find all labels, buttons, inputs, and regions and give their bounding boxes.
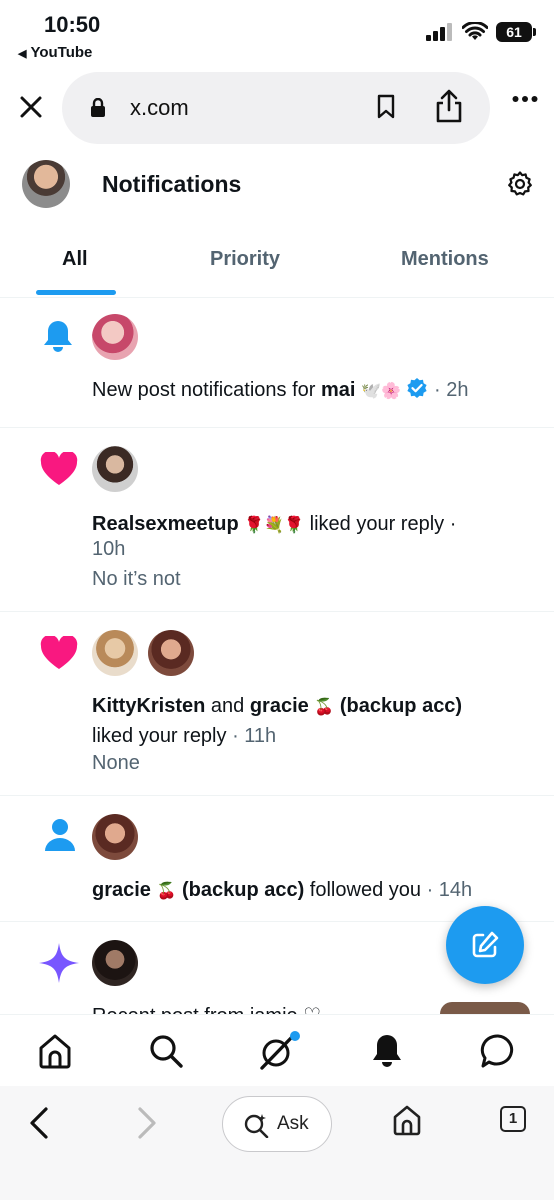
battery-indicator: 61 <box>496 22 536 42</box>
profile-avatar[interactable] <box>22 160 70 208</box>
close-icon[interactable] <box>14 90 48 124</box>
username[interactable]: gracie <box>250 695 309 717</box>
action-text: liked your reply · <box>304 513 457 535</box>
timestamp: · 14h <box>426 879 473 901</box>
notification-text: New post notifications for mai 🕊️🌸 · 2h <box>92 376 524 406</box>
tab-all[interactable]: All <box>62 248 88 271</box>
lock-icon <box>91 98 105 117</box>
ask-search-icon <box>244 1114 269 1138</box>
user-emoji: 🌹💐🌹 <box>244 517 305 534</box>
messages-icon[interactable] <box>480 1033 516 1069</box>
unread-dot <box>290 1031 300 1041</box>
avatar[interactable] <box>92 814 138 860</box>
timestamp: 10h <box>92 538 126 560</box>
user-emoji: 🍒 <box>156 883 177 900</box>
notification-prefix: New post notifications for <box>92 379 321 401</box>
gear-icon[interactable] <box>506 170 534 198</box>
username-suffix: (backup acc) <box>181 879 305 901</box>
quoted-reply: No it’s not <box>92 568 181 590</box>
avatar[interactable] <box>92 446 138 492</box>
back-icon[interactable] <box>28 1106 50 1140</box>
compose-post-button[interactable] <box>446 906 524 984</box>
page-header: Notifications <box>0 150 554 220</box>
notification-item[interactable]: New post notifications for mai 🕊️🌸 · 2h <box>0 298 554 428</box>
signal-icon <box>426 23 452 41</box>
action-text: followed you <box>304 879 421 901</box>
username[interactable]: mai <box>321 379 355 401</box>
url-bar[interactable]: x.com <box>62 72 490 144</box>
heart-icon <box>40 452 78 485</box>
username[interactable]: gracie <box>92 879 151 901</box>
home-icon[interactable] <box>38 1033 72 1069</box>
notification-text: KittyKristen and gracie 🍒 (backup acc) li… <box>92 692 524 750</box>
avatar[interactable] <box>148 630 194 676</box>
notification-text: gracie 🍒 (backup acc) followed you · 14h <box>92 876 524 906</box>
tab-mentions[interactable]: Mentions <box>401 248 489 271</box>
heart-icon <box>40 636 78 669</box>
url-text: x.com <box>130 95 189 120</box>
username-suffix: (backup acc) <box>339 695 463 717</box>
username[interactable]: Realsexmeetup <box>92 513 239 535</box>
avatar[interactable] <box>92 630 138 676</box>
avatar[interactable] <box>92 314 138 360</box>
sparkle-icon <box>39 943 79 983</box>
username[interactable]: KittyKristen <box>92 695 205 717</box>
bookmark-icon[interactable] <box>376 94 396 120</box>
forward-icon[interactable] <box>136 1106 158 1140</box>
search-icon[interactable] <box>148 1033 184 1069</box>
system-indicators: 61 <box>426 22 536 42</box>
quoted-reply: None <box>92 752 140 774</box>
tabs-count-button[interactable]: 1 <box>500 1106 526 1132</box>
post-thumbnail[interactable] <box>440 1002 530 1014</box>
page-title: Notifications <box>102 171 242 197</box>
browser-url-row: x.com <box>0 70 554 144</box>
notification-item[interactable]: Realsexmeetup 🌹💐🌹 liked your reply · 10h… <box>0 428 554 612</box>
notification-tabs: All Priority Mentions <box>0 228 554 298</box>
active-tab-indicator <box>36 290 116 295</box>
clock: 10:50 <box>44 12 101 37</box>
back-triangle-icon: ◀ <box>18 48 27 60</box>
person-icon <box>45 819 75 851</box>
notifications-bell-icon[interactable] <box>370 1033 404 1069</box>
compose-icon <box>472 931 499 958</box>
notification-item[interactable]: gracie 🍒 (backup acc) followed you · 14h <box>0 796 554 922</box>
user-emoji: 🍒 <box>314 699 335 716</box>
status-bar: 10:50 ◀ YouTube 61 <box>0 0 554 70</box>
ask-button[interactable]: Ask <box>222 1096 332 1152</box>
verified-badge-icon <box>407 378 428 398</box>
ask-label: Ask <box>277 1113 309 1134</box>
more-options-icon[interactable] <box>512 95 538 103</box>
user-emoji: 🕊️🌸 <box>361 383 401 400</box>
back-app-label: YouTube <box>30 44 93 61</box>
notification-item[interactable]: KittyKristen and gracie 🍒 (backup acc) li… <box>0 612 554 796</box>
share-icon[interactable] <box>434 88 464 124</box>
tab-priority[interactable]: Priority <box>210 248 280 271</box>
timestamp: · 2h <box>434 379 469 401</box>
browser-home-icon[interactable] <box>392 1104 422 1136</box>
avatar[interactable] <box>92 940 138 986</box>
browser-toolbar: Ask 1 <box>0 1086 554 1200</box>
notification-text: Realsexmeetup 🌹💐🌹 liked your reply · <box>92 510 524 540</box>
timestamp: · 11h <box>232 725 277 747</box>
bell-icon <box>44 321 72 352</box>
conjunction: and <box>205 695 250 717</box>
back-to-app-link[interactable]: ◀ YouTube <box>18 44 92 61</box>
action-text: liked your reply <box>92 725 227 747</box>
bottom-navigation <box>0 1014 554 1086</box>
wifi-icon <box>462 22 488 40</box>
